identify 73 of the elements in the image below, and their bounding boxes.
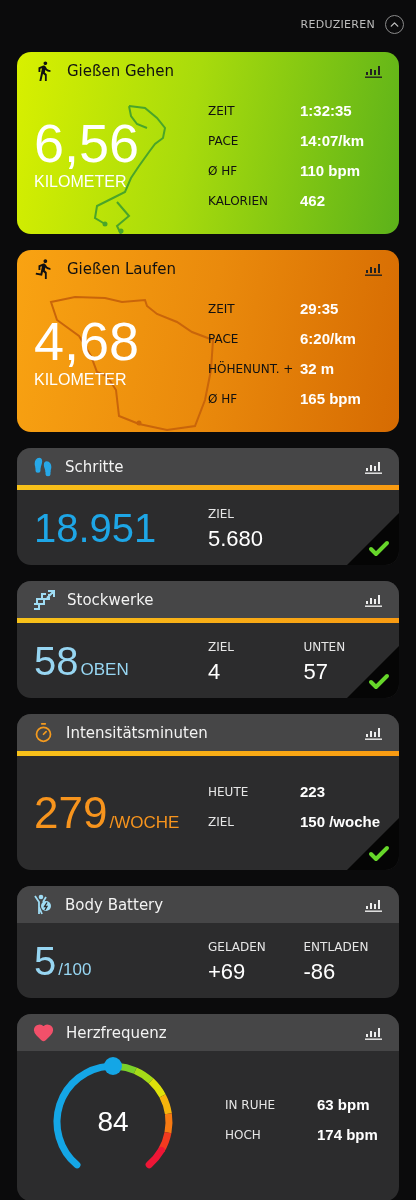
distance-value: 4,68 <box>34 310 141 371</box>
chart-icon[interactable] <box>365 63 382 78</box>
stat-value: 14:07/km <box>300 130 365 151</box>
stat-value: 5.680 <box>208 525 265 552</box>
stat-value: 110 bpm <box>300 160 362 181</box>
widget-card[interactable]: Herzfrequenz 84 IN RUHE 63 bpm HOCH 174 bpm <box>17 1014 399 1200</box>
stat-value: 29:35 <box>300 298 340 319</box>
stat-label: ZIEL <box>208 814 236 831</box>
stat-value: 4 <box>208 658 222 685</box>
main-unit: /WOCHE <box>109 813 180 833</box>
main-unit: OBEN <box>80 659 129 680</box>
stat-label: ZEIT <box>208 300 236 318</box>
activity-card[interactable]: Gießen Gehen 6,56 KILOMETER ZEIT 1:32:35 PACE 14:07/km Ø HF 110 bpm KALORIEN 462 <box>17 52 399 234</box>
stat-label: ENTLADEN <box>303 938 370 956</box>
distance-unit: KILOMETER <box>34 370 128 389</box>
stat-value: 6:20/km <box>300 328 357 349</box>
stat-value: 32 m <box>300 358 336 379</box>
widget-card[interactable]: Body Battery 5/100 GELADEN +69 ENTLADEN -86 <box>17 886 399 998</box>
stat-value: +69 <box>208 958 247 985</box>
distance-value: 6,56 <box>34 112 141 173</box>
main-unit: /100 <box>58 959 92 980</box>
stairs-icon <box>33 589 55 610</box>
stat-label: IN RUHE <box>225 1097 277 1114</box>
stat-value: 63 bpm <box>317 1095 371 1115</box>
chart-icon[interactable] <box>365 725 382 740</box>
stat-label: ZIEL <box>208 638 236 656</box>
activity-card[interactable]: Gießen Laufen 4,68 KILOMETER ZEIT 29:35 PACE 6:20/km HÖHENUNT. + 32 m Ø HF 165 bpm <box>17 250 399 432</box>
widget-title: Stockwerke <box>67 590 155 609</box>
stat-label: HÖHENUNT. + <box>208 360 295 378</box>
chart-icon[interactable] <box>365 1025 382 1040</box>
distance-unit: KILOMETER <box>34 172 128 191</box>
stat-value: -86 <box>303 958 337 985</box>
stat-label: GELADEN <box>208 938 267 956</box>
main-value: 5 <box>34 940 57 981</box>
stat-label: Ø HF <box>208 390 239 408</box>
heart-rate-value: 84 <box>97 1106 129 1138</box>
stat-label: Ø HF <box>208 162 239 180</box>
stat-label: HEUTE <box>208 784 250 801</box>
activity-title: Gießen Laufen <box>67 259 178 278</box>
footprints-icon <box>33 456 53 477</box>
widget-title: Herzfrequenz <box>66 1023 168 1042</box>
widget-card[interactable]: Stockwerke 58 OBEN ZIEL 4 UNTEN 57 <box>17 581 399 698</box>
main-value: 58 <box>34 640 79 681</box>
stat-label: PACE <box>208 330 240 348</box>
stat-label: PACE <box>208 132 240 150</box>
stat-value: 57 <box>303 658 329 685</box>
stat-value: 462 <box>300 190 327 211</box>
widget-title: Schritte <box>65 457 125 476</box>
chart-icon[interactable] <box>365 459 382 474</box>
widget-card[interactable]: Schritte 18.951 ZIEL 5.680 <box>17 448 399 565</box>
widget-title: Body Battery <box>65 895 165 914</box>
stat-label: UNTEN <box>303 638 347 656</box>
stat-label: KALORIEN <box>208 192 269 210</box>
stat-value: 1:32:35 <box>300 100 353 121</box>
stat-label: ZIEL <box>208 505 236 523</box>
main-value: 279 <box>34 791 108 835</box>
widget-card[interactable]: Intensitätsminuten 279/WOCHE HEUTE 223 ZIEL 150 /woche <box>17 714 399 870</box>
activity-title: Gießen Gehen <box>67 61 176 80</box>
chart-icon[interactable] <box>365 897 382 912</box>
stat-label: ZEIT <box>208 102 236 120</box>
stopwatch-icon <box>33 722 54 743</box>
widget-title: Intensitätsminuten <box>66 723 209 742</box>
stat-label: HOCH <box>225 1127 262 1144</box>
stat-value: 223 <box>300 782 327 802</box>
main-value: 18.951 <box>34 507 157 548</box>
chart-icon[interactable] <box>365 592 382 607</box>
chart-icon[interactable] <box>365 261 382 276</box>
heart-icon <box>33 1022 54 1043</box>
person-bolt-icon <box>33 893 53 916</box>
collapse-label[interactable]: REDUZIEREN <box>300 17 375 31</box>
stat-value: 165 bpm <box>300 388 361 409</box>
stat-value: 174 bpm <box>317 1125 378 1145</box>
stat-value: 150 /woche <box>300 812 381 832</box>
